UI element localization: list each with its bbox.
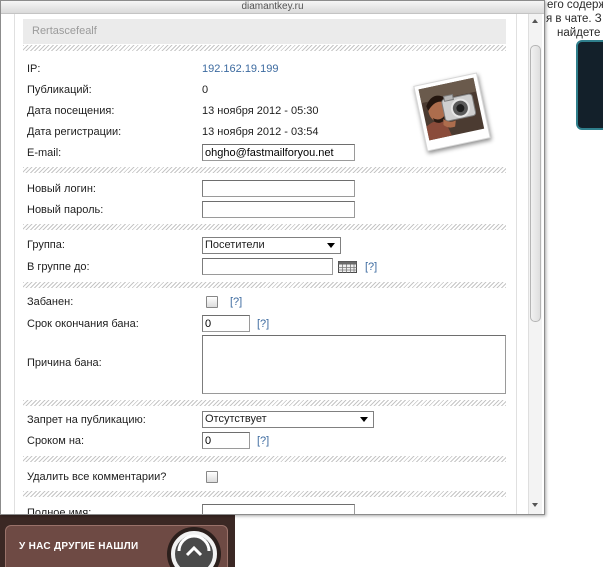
new-password-label: Новый пароль: bbox=[27, 204, 104, 216]
visit-date-label: Дата посещения: bbox=[27, 105, 115, 117]
section-divider bbox=[23, 167, 506, 173]
posts-label: Публикаций: bbox=[27, 84, 92, 96]
email-label: E-mail: bbox=[27, 147, 62, 159]
new-password-field[interactable] bbox=[202, 201, 355, 218]
publish-restriction-label: Запрет на публикацию: bbox=[27, 414, 146, 426]
banner-title[interactable]: У НАС ДРУГИЕ НАШЛИ bbox=[19, 541, 138, 552]
background-text-line: его содерж bbox=[547, 0, 603, 11]
section-divider bbox=[23, 456, 506, 462]
background-dark-panel bbox=[576, 40, 603, 130]
section-divider bbox=[23, 45, 506, 51]
group-until-label: В группе до: bbox=[27, 261, 90, 273]
full-name-field[interactable] bbox=[202, 504, 355, 514]
circle-arrow-icon[interactable] bbox=[165, 525, 223, 567]
new-login-field[interactable] bbox=[202, 180, 355, 197]
group-until-field[interactable] bbox=[202, 258, 333, 275]
scrollbar-thumb[interactable] bbox=[530, 45, 541, 322]
background-text-line: найдете bbox=[557, 27, 601, 39]
ip-label: IP: bbox=[27, 63, 41, 75]
background-text-line: я в чате. З bbox=[546, 13, 602, 25]
popup-titlebar: diamantkey.ru bbox=[1, 1, 544, 14]
ban-reason-label: Причина бана: bbox=[27, 357, 102, 369]
delete-comments-checkbox[interactable] bbox=[206, 471, 218, 483]
ip-link[interactable]: 192.162.19.199 bbox=[202, 61, 278, 78]
posts-value: 0 bbox=[202, 84, 209, 96]
dropdown-arrow-icon bbox=[360, 417, 368, 422]
restriction-term-help-link[interactable]: [?] bbox=[257, 433, 269, 450]
vertical-scrollbar[interactable] bbox=[528, 14, 542, 514]
calendar-icon[interactable] bbox=[338, 261, 357, 273]
scroll-down-arrow-icon[interactable] bbox=[529, 498, 542, 512]
background-banner[interactable]: У НАС ДРУГИЕ НАШЛИ bbox=[0, 515, 235, 567]
banned-label: Забанен: bbox=[27, 296, 74, 308]
full-name-label: Полное имя: bbox=[27, 507, 92, 515]
new-login-label: Новый логин: bbox=[27, 183, 96, 195]
banned-checkbox[interactable] bbox=[206, 296, 218, 308]
group-label: Группа: bbox=[27, 239, 65, 251]
group-until-help-link[interactable]: [?] bbox=[365, 259, 377, 276]
ban-reason-textarea[interactable] bbox=[202, 335, 506, 394]
scroll-up-arrow-icon[interactable] bbox=[529, 14, 542, 28]
email-field[interactable] bbox=[202, 144, 355, 161]
group-select-value: Посетители bbox=[205, 239, 265, 251]
visit-date-value: 13 ноября 2012 - 05:30 bbox=[202, 105, 319, 117]
restriction-term-label: Сроком на: bbox=[27, 435, 85, 447]
dropdown-arrow-icon bbox=[327, 243, 335, 248]
username-header: Rertascefealf bbox=[23, 19, 506, 44]
group-select[interactable]: Посетители bbox=[202, 237, 341, 254]
user-photo-icon bbox=[413, 72, 491, 152]
registration-date-label: Дата регистрации: bbox=[27, 126, 122, 138]
section-divider bbox=[23, 282, 506, 288]
delete-comments-label: Удалить все комментарии? bbox=[27, 471, 167, 483]
registration-date-value: 13 ноября 2012 - 03:54 bbox=[202, 126, 319, 138]
background-page-right: его содерж я в чате. З найдете bbox=[545, 0, 603, 515]
user-edit-popup: diamantkey.ru Rertascefealf IP: 192.162.… bbox=[0, 0, 545, 515]
banned-help-link[interactable]: [?] bbox=[230, 294, 242, 311]
publish-restriction-select[interactable]: Отсутствует bbox=[202, 411, 374, 428]
publish-restriction-value: Отсутствует bbox=[205, 413, 267, 425]
section-divider bbox=[23, 400, 506, 406]
ban-end-label: Срок окончания бана: bbox=[27, 318, 139, 330]
ban-end-field[interactable] bbox=[202, 315, 250, 332]
section-divider bbox=[23, 224, 506, 230]
ban-end-help-link[interactable]: [?] bbox=[257, 316, 269, 333]
restriction-term-field[interactable] bbox=[202, 432, 250, 449]
section-divider bbox=[23, 491, 506, 497]
